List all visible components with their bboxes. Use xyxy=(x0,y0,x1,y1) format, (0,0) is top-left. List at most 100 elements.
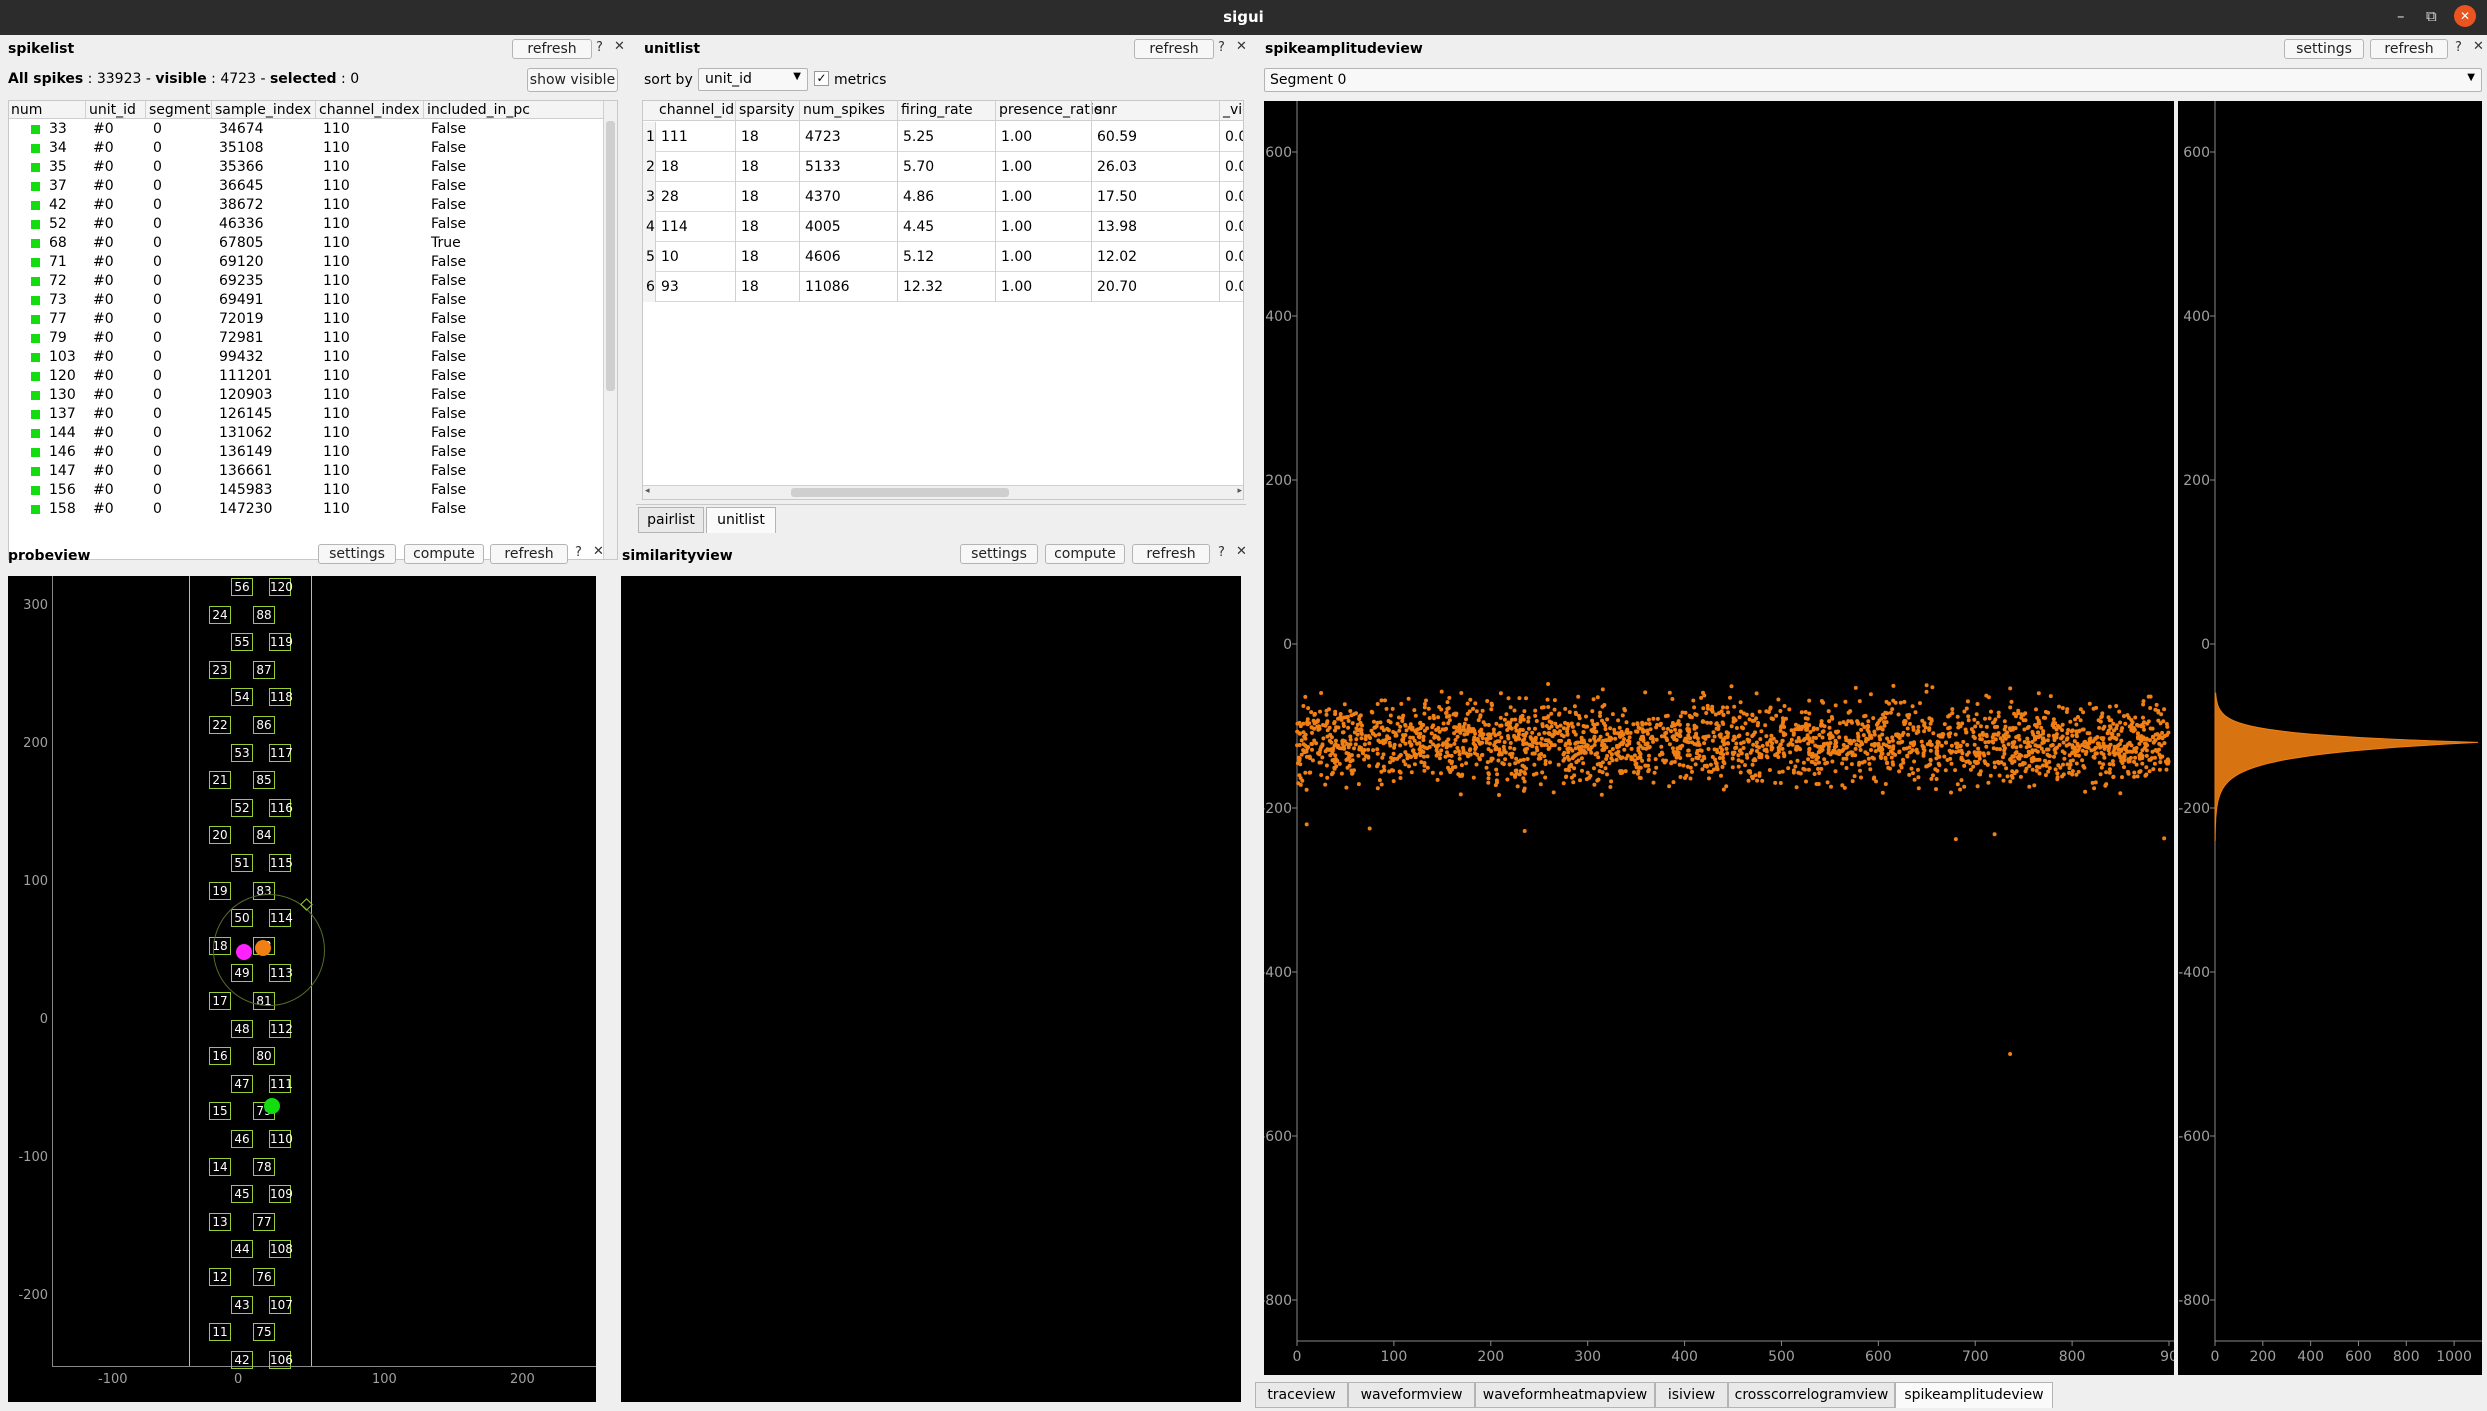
electrode-contact[interactable]: 52 xyxy=(231,798,253,817)
spike-col-header[interactable]: channel_index xyxy=(319,102,420,118)
metrics-checkbox[interactable]: ✓ xyxy=(814,71,829,86)
minimize-icon[interactable]: – xyxy=(2397,7,2405,25)
electrode-contact[interactable]: 84 xyxy=(253,826,275,845)
spike-table-row[interactable]: 137 #0 0 126145 110 False xyxy=(9,405,603,424)
probe-plot[interactable]: 56 120 24 88 55 119 23 87 54 118 22 86 53 117 21 85 52 11… xyxy=(8,576,596,1402)
electrode-contact[interactable]: 119 xyxy=(269,633,293,652)
electrode-contact[interactable]: 75 xyxy=(253,1323,275,1342)
similarityview-compute-button[interactable]: compute xyxy=(1045,544,1125,564)
spike-table-row[interactable]: 68 #0 0 67805 110 True xyxy=(9,234,603,253)
segment-select[interactable]: Segment 0 ▼ xyxy=(1264,68,2482,92)
electrode-contact[interactable]: 86 xyxy=(253,716,275,734)
spike-table-row[interactable]: 37 #0 0 36645 110 False xyxy=(9,177,603,196)
tab-traceview[interactable]: traceview xyxy=(1255,1382,1348,1408)
similarityview-close-icon[interactable]: ✕ xyxy=(1236,544,1247,559)
spike-col-header[interactable]: num xyxy=(11,102,42,118)
tab-spikeamplitudeview[interactable]: spikeamplitudeview xyxy=(1895,1382,2053,1408)
electrode-contact[interactable]: 56 xyxy=(231,578,253,596)
probeview-compute-button[interactable]: compute xyxy=(404,544,484,564)
tab-unitlist[interactable]: unitlist xyxy=(706,507,776,533)
electrode-contact[interactable]: 117 xyxy=(269,743,293,762)
spike-table-row[interactable]: 146 #0 0 136149 110 False xyxy=(9,443,603,462)
unit-table-row[interactable]: 2181851335.701.0026.030.00 xyxy=(643,152,1243,182)
probeview-help-icon[interactable]: ? xyxy=(575,545,582,560)
electrode-contact[interactable]: 118 xyxy=(269,688,293,707)
spikelist-close-icon[interactable]: ✕ xyxy=(614,39,625,54)
electrode-contact[interactable]: 54 xyxy=(231,688,253,707)
unitlist-close-icon[interactable]: ✕ xyxy=(1236,39,1247,54)
tab-crosscorrelogramview[interactable]: crosscorrelogramview xyxy=(1728,1382,1895,1408)
unit-position-magenta[interactable] xyxy=(236,944,252,960)
spike-table-row[interactable]: 130 #0 0 120903 110 False xyxy=(9,386,603,405)
spike-table-row[interactable]: 73 #0 0 69491 110 False xyxy=(9,291,603,310)
electrode-contact[interactable]: 87 xyxy=(253,660,275,679)
unit-col-header[interactable]: _viola xyxy=(1223,102,1243,118)
electrode-contact[interactable]: 85 xyxy=(253,771,275,790)
spike-table-row[interactable]: 52 #0 0 46336 110 False xyxy=(9,215,603,234)
spike-table-row[interactable]: 103 #0 0 99432 110 False xyxy=(9,348,603,367)
spikeamplitude-close-icon[interactable]: ✕ xyxy=(2473,39,2484,54)
electrode-contact[interactable]: 80 xyxy=(253,1047,275,1066)
amplitude-scatter-plot[interactable]: 6004002000-200-400-600-80001002003004005… xyxy=(1260,101,2178,1375)
probeview-close-icon[interactable]: ✕ xyxy=(593,544,604,559)
unit-col-header[interactable]: presence_ratio xyxy=(999,102,1102,118)
similarityview-refresh-button[interactable]: refresh xyxy=(1132,544,1210,564)
unit-table-row[interactable]: 3281843704.861.0017.500.00 xyxy=(643,182,1243,212)
electrode-contact[interactable]: 21 xyxy=(209,771,231,790)
electrode-contact[interactable]: 23 xyxy=(209,660,231,679)
electrode-contact[interactable]: 15 xyxy=(209,1102,231,1121)
probeview-refresh-button[interactable]: refresh xyxy=(490,544,568,564)
electrode-contact[interactable]: 22 xyxy=(209,716,231,734)
electrode-contact[interactable]: 19 xyxy=(209,881,231,900)
spike-table-row[interactable]: 34 #0 0 35108 110 False xyxy=(9,139,603,158)
electrode-contact[interactable]: 115 xyxy=(269,854,293,872)
unit-col-header[interactable]: snr xyxy=(1095,102,1117,118)
tab-waveformheatmapview[interactable]: waveformheatmapview xyxy=(1475,1382,1655,1408)
unitlist-refresh-button[interactable]: refresh xyxy=(1134,39,1214,59)
electrode-contact[interactable]: 14 xyxy=(209,1157,231,1176)
unit-table-row[interactable]: 5101846065.121.0012.020.00 xyxy=(643,242,1243,272)
electrode-contact[interactable]: 43 xyxy=(231,1295,253,1314)
spike-table-row[interactable]: 156 #0 0 145983 110 False xyxy=(9,481,603,500)
electrode-contact[interactable]: 53 xyxy=(231,743,253,762)
electrode-contact[interactable]: 76 xyxy=(253,1268,275,1286)
electrode-contact[interactable]: 109 xyxy=(269,1185,293,1204)
electrode-contact[interactable]: 55 xyxy=(231,633,253,652)
spike-table-scrollbar[interactable] xyxy=(603,101,617,559)
spike-table-row[interactable]: 79 #0 0 72981 110 False xyxy=(9,329,603,348)
hscrollbar-thumb[interactable] xyxy=(791,488,1009,497)
electrode-contact[interactable]: 51 xyxy=(231,854,253,872)
spike-table-row[interactable]: 71 #0 0 69120 110 False xyxy=(9,253,603,272)
electrode-contact[interactable]: 78 xyxy=(253,1157,275,1176)
electrode-contact[interactable]: 44 xyxy=(231,1240,253,1259)
electrode-contact[interactable]: 47 xyxy=(231,1074,253,1093)
unit-table[interactable]: channel_id sparsity num_spikes firing_rate p… xyxy=(642,100,1244,500)
spike-table-row[interactable]: 33 #0 0 34674 110 False xyxy=(9,120,603,139)
spikeamplitude-refresh-button[interactable]: refresh xyxy=(2370,39,2448,59)
tab-isiview[interactable]: isiview xyxy=(1655,1382,1728,1408)
tab-pairlist[interactable]: pairlist xyxy=(638,507,704,533)
electrode-contact[interactable]: 11 xyxy=(209,1323,231,1342)
spikelist-help-icon[interactable]: ? xyxy=(596,40,603,55)
spike-table-row[interactable]: 72 #0 0 69235 110 False xyxy=(9,272,603,291)
window-close-icon[interactable]: ✕ xyxy=(2454,5,2476,27)
spike-table-row[interactable]: 158 #0 0 147230 110 False xyxy=(9,500,603,519)
tab-waveformview[interactable]: waveformview xyxy=(1348,1382,1475,1408)
similarityview-help-icon[interactable]: ? xyxy=(1218,545,1225,560)
unit-col-header[interactable]: sparsity xyxy=(739,102,794,118)
electrode-contact[interactable]: 24 xyxy=(209,605,231,624)
spike-col-header[interactable]: sample_index xyxy=(215,102,311,118)
spike-table-row[interactable]: 42 #0 0 38672 110 False xyxy=(9,196,603,215)
electrode-contact[interactable]: 46 xyxy=(231,1130,253,1148)
unit-position-orange[interactable] xyxy=(255,940,271,956)
electrode-contact[interactable]: 12 xyxy=(209,1268,231,1286)
sort-by-select[interactable]: unit_id ▼ xyxy=(698,68,808,91)
unit-table-row[interactable]: 41141840054.451.0013.980.00 xyxy=(643,212,1243,242)
probeview-settings-button[interactable]: settings xyxy=(318,544,396,564)
unit-col-header[interactable]: num_spikes xyxy=(803,102,885,118)
similarity-plot[interactable] xyxy=(621,576,1241,1402)
electrode-contact[interactable]: 13 xyxy=(209,1212,231,1231)
electrode-contact[interactable]: 45 xyxy=(231,1185,253,1204)
unit-col-header[interactable]: firing_rate xyxy=(901,102,973,118)
electrode-contact[interactable]: 106 xyxy=(269,1350,293,1369)
